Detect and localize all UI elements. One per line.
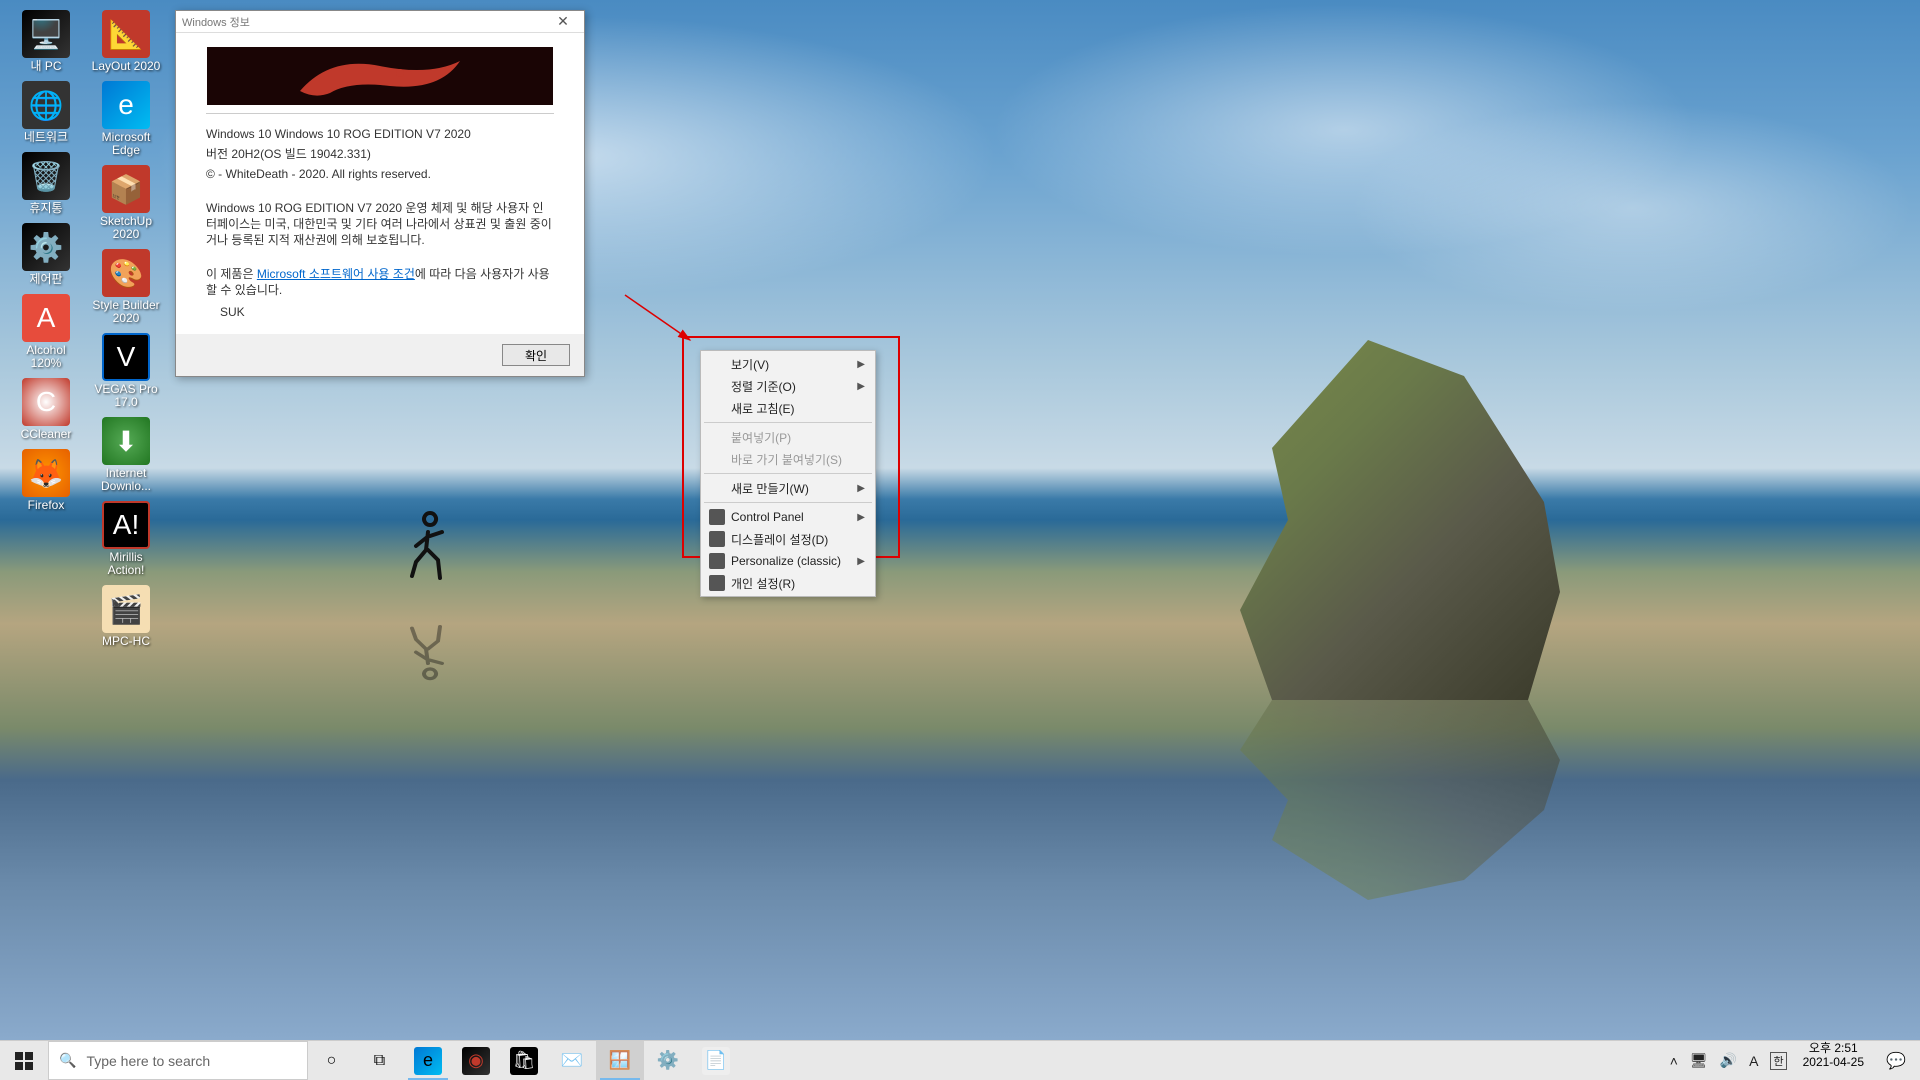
desktop-icon-ccleaner[interactable]: CCCleaner	[8, 376, 84, 443]
taskbar-app-store[interactable]: 🛍	[500, 1041, 548, 1080]
annotation-arrow	[620, 290, 700, 355]
desktop-icon-recycle-bin[interactable]: 🗑️휴지통	[8, 150, 84, 217]
context-menu-item-label: 새로 만들기(W)	[731, 480, 809, 497]
submenu-arrow-icon: ▶	[857, 483, 865, 494]
taskbar-app-settings[interactable]: ⚙️	[644, 1041, 692, 1080]
winver-logo	[207, 47, 553, 105]
winver-user: SUK	[206, 304, 554, 320]
context-menu-item-label: 정렬 기준(O)	[731, 378, 796, 395]
wallpaper-runner	[400, 510, 460, 600]
desktop-icon-style-builder[interactable]: 🎨Style Builder 2020	[88, 247, 164, 327]
desktop-icon-vegas[interactable]: VVEGAS Pro 17.0	[88, 331, 164, 411]
ime-mode-icon[interactable]: A	[1749, 1053, 1758, 1069]
context-menu-item-label: Control Panel	[731, 510, 804, 524]
context-menu-item[interactable]: 디스플레이 설정(D)	[703, 528, 873, 550]
wallpaper-runner-shadow	[400, 609, 460, 681]
clock-date: 2021-04-25	[1803, 1055, 1864, 1069]
close-icon[interactable]: ✕	[548, 13, 578, 30]
wallpaper-rock-reflection	[1240, 700, 1560, 900]
taskbar: 🔍 Type here to search ○ ⧉ e ◉ 🛍 ✉️ 🪟 ⚙️ …	[0, 1040, 1920, 1080]
taskbar-spacer	[740, 1041, 1662, 1080]
context-menu-item-label: 보기(V)	[731, 356, 769, 373]
task-view-button[interactable]: ⧉	[356, 1041, 404, 1080]
desktop-icon-alcohol[interactable]: AAlcohol 120%	[8, 292, 84, 372]
context-menu-item-icon	[709, 553, 725, 569]
context-menu-item[interactable]: 새로 만들기(W) ▶	[703, 477, 873, 499]
context-menu-item-icon	[709, 575, 725, 591]
winver-version: 버전 20H2(OS 빌드 19042.331)	[206, 146, 554, 162]
desktop-icon-idm[interactable]: ⬇Internet Downlo...	[88, 415, 164, 495]
desktop-icon-action[interactable]: A!Mirillis Action!	[88, 499, 164, 579]
context-menu-item: 붙여넣기(P)	[703, 426, 873, 448]
desktop-icon-layout[interactable]: 📐LayOut 2020	[88, 8, 164, 75]
taskbar-app-winver[interactable]: 🪟	[596, 1041, 644, 1080]
winver-footer: 확인	[176, 334, 584, 376]
winver-trademark: Windows 10 ROG EDITION V7 2020 운영 체제 및 해…	[206, 200, 554, 248]
context-menu-separator	[704, 422, 872, 423]
desktop-icon-control-panel[interactable]: ⚙️제어판	[8, 221, 84, 288]
winver-divider	[206, 113, 554, 114]
context-menu-item[interactable]: 개인 설정(R)	[703, 572, 873, 594]
winver-body: Windows 10 Windows 10 ROG EDITION V7 202…	[176, 33, 584, 334]
context-menu-item-label: 디스플레이 설정(D)	[731, 531, 828, 548]
search-placeholder: Type here to search	[86, 1053, 210, 1069]
context-menu-item-label: 붙여넣기(P)	[731, 429, 791, 446]
desktop[interactable]: 🖥️내 PC 🌐네트워크 🗑️휴지통 ⚙️제어판 AAlcohol 120% C…	[0, 0, 1920, 1040]
desktop-icons: 🖥️내 PC 🌐네트워크 🗑️휴지통 ⚙️제어판 AAlcohol 120% C…	[8, 8, 164, 708]
winver-title-text: Windows 정보	[182, 14, 250, 30]
submenu-arrow-icon: ▶	[857, 359, 865, 370]
context-menu-separator	[704, 473, 872, 474]
winver-info: Windows 10 Windows 10 ROG EDITION V7 202…	[206, 126, 554, 320]
context-menu-item-icon	[709, 531, 725, 547]
search-icon: 🔍	[59, 1052, 76, 1069]
context-menu-item[interactable]: Control Panel ▶	[703, 506, 873, 528]
desktop-icon-firefox[interactable]: 🦊Firefox	[8, 447, 84, 514]
winver-copyright: © - WhiteDeath - 2020. All rights reserv…	[206, 166, 554, 182]
context-menu-separator	[704, 502, 872, 503]
winver-titlebar[interactable]: Windows 정보 ✕	[176, 11, 584, 33]
taskbar-clock[interactable]: 오후 2:51 2021-04-25	[1795, 1041, 1872, 1080]
context-menu-item-label: Personalize (classic)	[731, 554, 841, 568]
search-box[interactable]: 🔍 Type here to search	[48, 1041, 308, 1080]
submenu-arrow-icon: ▶	[857, 556, 865, 567]
desktop-icon-edge[interactable]: eMicrosoft Edge	[88, 79, 164, 159]
context-menu-item: 바로 가기 붙여넣기(S)	[703, 448, 873, 470]
desktop-icon-sketchup[interactable]: 📦SketchUp 2020	[88, 163, 164, 243]
winver-product: Windows 10 Windows 10 ROG EDITION V7 202…	[206, 126, 554, 142]
taskbar-app-rog[interactable]: ◉	[452, 1041, 500, 1080]
context-menu-item[interactable]: Personalize (classic) ▶	[703, 550, 873, 572]
clock-time: 오후 2:51	[1803, 1041, 1864, 1055]
ok-button[interactable]: 확인	[502, 344, 570, 366]
volume-icon[interactable]: 🔊	[1720, 1052, 1737, 1069]
taskbar-app-generic[interactable]: 📄	[692, 1041, 740, 1080]
cortana-button[interactable]: ○	[308, 1041, 356, 1080]
system-tray: ˄ 🖥 🔊 A 한	[1662, 1041, 1795, 1080]
ms-license-link[interactable]: Microsoft 소프트웨어 사용 조건	[257, 267, 415, 281]
action-center-button[interactable]: 💬	[1872, 1041, 1920, 1080]
context-menu-item[interactable]: 새로 고침(E)	[703, 397, 873, 419]
context-menu-item[interactable]: 보기(V) ▶	[703, 353, 873, 375]
submenu-arrow-icon: ▶	[857, 512, 865, 523]
start-button[interactable]	[0, 1041, 48, 1080]
desktop-icon-my-pc[interactable]: 🖥️내 PC	[8, 8, 84, 75]
desktop-icon-network[interactable]: 🌐네트워크	[8, 79, 84, 146]
desktop-icon-mpc-hc[interactable]: 🎬MPC-HC	[88, 583, 164, 650]
context-menu-item[interactable]: 정렬 기준(O) ▶	[703, 375, 873, 397]
context-menu-item-label: 바로 가기 붙여넣기(S)	[731, 451, 842, 468]
winver-license-line: 이 제품은 Microsoft 소프트웨어 사용 조건에 따라 다음 사용자가 …	[206, 266, 554, 298]
winver-dialog: Windows 정보 ✕ Windows 10 Windows 10 ROG E…	[175, 10, 585, 377]
context-menu-item-label: 새로 고침(E)	[731, 400, 795, 417]
context-menu-item-label: 개인 설정(R)	[731, 575, 795, 592]
taskbar-app-mail[interactable]: ✉️	[548, 1041, 596, 1080]
tray-overflow-icon[interactable]: ˄	[1670, 1053, 1678, 1069]
desktop-context-menu: 보기(V) ▶ 정렬 기준(O) ▶ 새로 고침(E) 붙여넣기(P) 바로 가기 붙여넣기…	[700, 350, 876, 597]
network-icon[interactable]: 🖥	[1690, 1052, 1708, 1069]
submenu-arrow-icon: ▶	[857, 381, 865, 392]
taskbar-app-edge[interactable]: e	[404, 1041, 452, 1080]
ime-lang-icon[interactable]: 한	[1770, 1052, 1786, 1070]
context-menu-item-icon	[709, 509, 725, 525]
